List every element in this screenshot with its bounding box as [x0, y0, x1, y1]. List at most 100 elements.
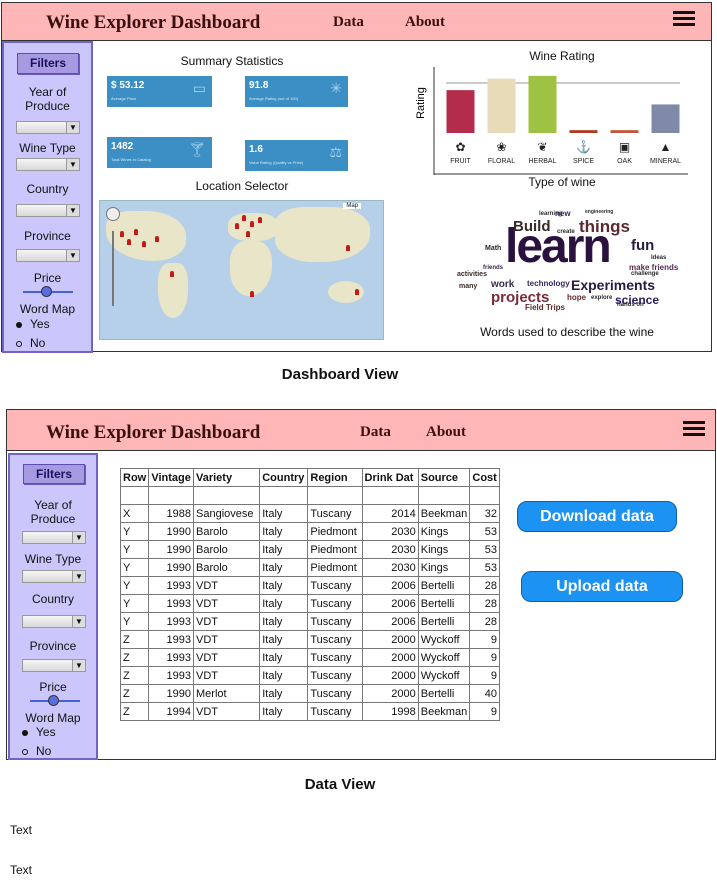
- table-row[interactable]: X 1988 Sangiovese Italy Tuscany 2014 Beekman 32: [119, 504, 500, 523]
- chevron-down-icon: ▼: [72, 532, 85, 543]
- chevron-down-icon: ▼: [66, 122, 79, 133]
- column-header[interactable]: Cost: [469, 468, 500, 487]
- table-row[interactable]: Z 1990 Merlot Italy Tuscany 2000 Bertelli 40: [119, 684, 500, 703]
- wordmap-yes-radio[interactable]: Yes: [22, 725, 56, 739]
- column-header[interactable]: Source: [417, 468, 471, 487]
- app-title: Wine Explorer Dashboard: [46, 12, 261, 33]
- map-pin[interactable]: [155, 236, 159, 242]
- map-pin[interactable]: [242, 215, 246, 221]
- province-dropdown[interactable]: ▼: [16, 249, 80, 262]
- map-pin[interactable]: [258, 217, 262, 223]
- word: Field Trips: [525, 303, 566, 312]
- map-label[interactable]: Map: [343, 203, 361, 209]
- tick-label: FLORAL: [488, 158, 515, 165]
- price-slider-handle[interactable]: [47, 695, 59, 706]
- africa: [230, 241, 272, 296]
- column-header[interactable]: Drink Dat: [361, 468, 419, 487]
- table-cell: Z: [119, 702, 150, 721]
- table-cell: Bertelli: [417, 612, 471, 631]
- map-pin[interactable]: [346, 245, 350, 251]
- table-row[interactable]: Z 1994 VDT Italy Tuscany 1998 Beekman 9: [119, 702, 500, 721]
- map-pin[interactable]: [142, 241, 146, 247]
- table-cell: 32: [469, 504, 500, 523]
- table-row[interactable]: Z 1993 VDT Italy Tuscany 2000 Wyckoff 9: [119, 666, 500, 685]
- download-data-button[interactable]: Download data: [517, 501, 677, 532]
- table-cell: Merlot: [192, 684, 261, 703]
- column-header[interactable]: Variety: [192, 468, 261, 487]
- nav-data[interactable]: Data: [333, 14, 364, 31]
- nav-data[interactable]: Data: [360, 424, 391, 441]
- asia: [275, 207, 370, 262]
- country-dropdown[interactable]: ▼: [16, 204, 80, 217]
- map-pin[interactable]: [250, 221, 254, 227]
- map-pin[interactable]: [127, 239, 131, 245]
- table-cell: Italy: [259, 594, 309, 613]
- footer-text-2: Text: [10, 863, 33, 877]
- column-header[interactable]: Vintage: [148, 468, 194, 487]
- winetype-dropdown[interactable]: ▼: [16, 158, 80, 171]
- word: Math: [485, 245, 502, 252]
- wordmap-yes-radio[interactable]: Yes: [16, 317, 50, 331]
- table-row[interactable]: Y 1993 VDT Italy Tuscany 2006 Bertelli 28: [119, 594, 500, 613]
- filters-button[interactable]: Filters: [23, 464, 85, 484]
- table-cell: VDT: [192, 594, 261, 613]
- country-dropdown[interactable]: ▼: [22, 615, 86, 628]
- map-pin[interactable]: [170, 271, 174, 277]
- map-pin[interactable]: [235, 223, 239, 229]
- map-pin[interactable]: [120, 231, 124, 237]
- map-pin[interactable]: [250, 291, 254, 297]
- pan-control[interactable]: [106, 207, 120, 221]
- zoom-slider[interactable]: [112, 231, 114, 306]
- word: hope: [567, 293, 587, 302]
- filters-button[interactable]: Filters: [17, 53, 79, 74]
- table-row[interactable]: Y 1993 VDT Italy Tuscany 2006 Bertelli 28: [119, 576, 500, 595]
- tick-label: FRUIT: [450, 158, 471, 165]
- table-cell: 40: [469, 684, 500, 703]
- table-row[interactable]: Y 1990 Barolo Italy Piedmont 2030 Kings 53: [119, 540, 500, 559]
- column-header[interactable]: Country: [259, 468, 309, 487]
- column-header[interactable]: Region: [307, 468, 363, 487]
- map-pin[interactable]: [355, 289, 359, 295]
- upload-data-button[interactable]: Upload data: [521, 571, 683, 602]
- wordmap-no-radio[interactable]: No: [22, 744, 51, 758]
- table-row[interactable]: Z 1993 VDT Italy Tuscany 2000 Wyckoff 9: [119, 648, 500, 667]
- price-slider-handle[interactable]: [40, 286, 52, 297]
- map-pin[interactable]: [246, 231, 250, 237]
- wordmap-no-radio[interactable]: No: [16, 336, 45, 350]
- stat-card-price: $ 53.12 Average Price ▭: [107, 76, 212, 107]
- table-row[interactable]: Z 1993 VDT Italy Tuscany 2000 Wyckoff 9: [119, 630, 500, 649]
- nav-about[interactable]: About: [426, 424, 466, 441]
- table-cell: Italy: [259, 702, 309, 721]
- filter-label-winetype: Wine Type: [24, 552, 82, 566]
- table-cell: Tuscany: [307, 504, 363, 523]
- location-map[interactable]: Map: [99, 200, 384, 340]
- menu-icon[interactable]: [673, 11, 695, 27]
- stat-value: 1.6: [249, 144, 263, 155]
- table-cell: 9: [469, 648, 500, 667]
- bar-spice: [569, 130, 598, 133]
- chevron-down-icon: ▼: [72, 660, 85, 671]
- table-cell: Y: [119, 540, 150, 559]
- table-cell: Kings: [417, 558, 471, 577]
- table-row[interactable]: Y 1990 Barolo Italy Piedmont 2030 Kings 53: [119, 522, 500, 541]
- table-row[interactable]: Y 1990 Barolo Italy Piedmont 2030 Kings 53: [119, 558, 500, 577]
- winetype-dropdown[interactable]: ▼: [22, 570, 86, 583]
- dataview-header: Wine Explorer Dashboard Data About: [7, 410, 715, 451]
- province-dropdown[interactable]: ▼: [22, 659, 86, 672]
- nav-about[interactable]: About: [405, 14, 445, 31]
- table-cell: [148, 486, 194, 505]
- table-cell: Italy: [259, 540, 309, 559]
- filter-label-year: Year of Produce: [25, 85, 70, 113]
- table-cell: [192, 486, 261, 505]
- table-row[interactable]: [119, 486, 500, 505]
- table-cell: 2030: [361, 522, 419, 541]
- column-header[interactable]: Row: [119, 468, 150, 487]
- star-icon: ✳: [330, 80, 342, 96]
- table-row[interactable]: Y 1993 VDT Italy Tuscany 2006 Bertelli 28: [119, 612, 500, 631]
- year-dropdown[interactable]: ▼: [22, 531, 86, 544]
- app-title: Wine Explorer Dashboard: [46, 422, 261, 443]
- table-cell: 1990: [148, 558, 194, 577]
- menu-icon[interactable]: [683, 421, 705, 437]
- map-pin[interactable]: [134, 229, 138, 235]
- year-dropdown[interactable]: ▼: [16, 121, 80, 134]
